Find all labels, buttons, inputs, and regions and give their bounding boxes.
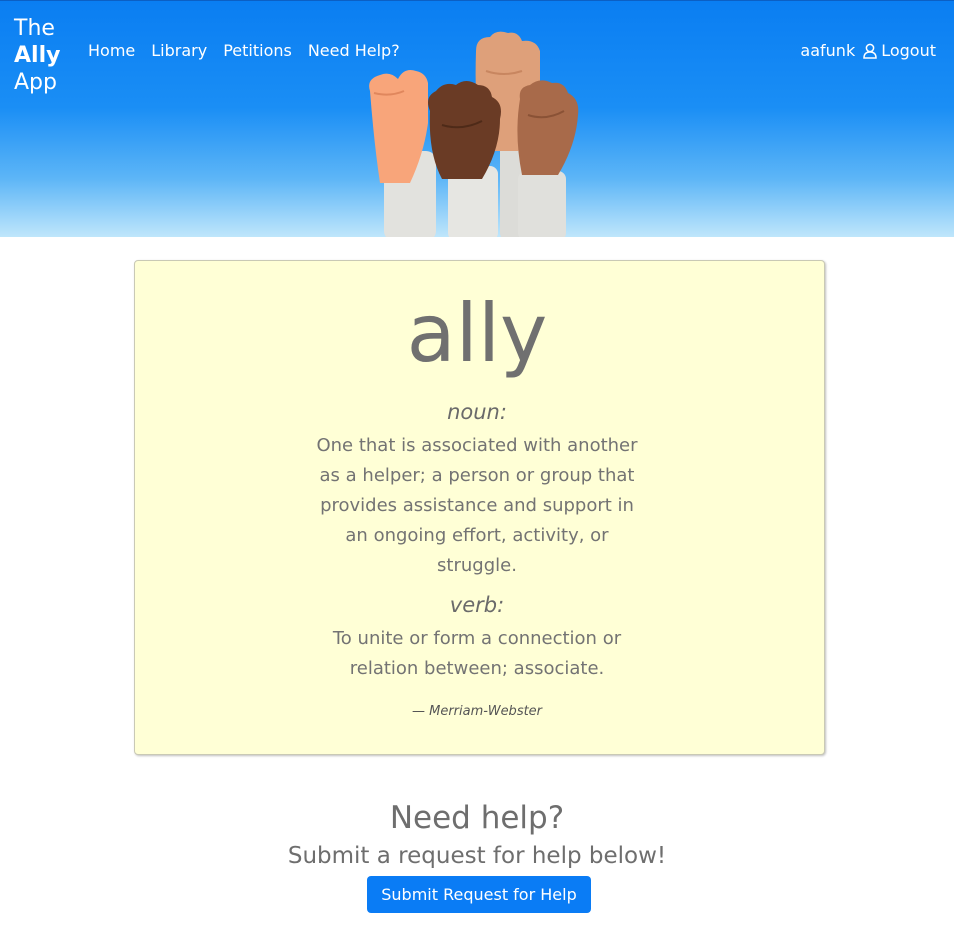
raised-fists-illustration [369,31,579,237]
nav-petitions[interactable]: Petitions [223,41,292,60]
submit-help-request-button[interactable]: Submit Request for Help [367,876,591,913]
brand-line-1: The [14,16,55,41]
nav-need-help[interactable]: Need Help? [308,41,400,60]
main-nav: Home Library Petitions Need Help? [88,41,400,60]
help-subtitle: Submit a request for help below! [287,843,667,869]
verb-label: verb: [449,593,505,617]
noun-label: noun: [447,400,507,424]
noun-label-wrap: noun: [0,400,954,424]
nav-library[interactable]: Library [151,41,207,60]
brand-line-3: App [14,70,57,95]
verb-definition-wrap: To unite or form a connection or relatio… [0,624,954,684]
user-icon [863,43,877,59]
noun-definition-wrap: One that is associated with another as a… [0,431,954,581]
brand-line-2: Ally [14,43,61,68]
help-title: Need help? [389,800,565,836]
user-menu: aafunk Logout [800,41,936,60]
verb-definition: To unite or form a connection or relatio… [332,628,622,679]
verb-label-wrap: verb: [0,593,954,617]
definition-source: — Merriam-Webster [411,704,543,719]
header-banner: The Ally App Home Library Petitions Need… [0,0,954,237]
brand-logo[interactable]: The Ally App [14,15,60,96]
definition-word: ally [406,287,548,380]
nav-home[interactable]: Home [88,41,135,60]
logout-button[interactable]: Logout [863,41,936,60]
noun-definition: One that is associated with another as a… [316,435,638,576]
username-link[interactable]: aafunk [800,41,855,60]
logout-label: Logout [881,41,936,60]
